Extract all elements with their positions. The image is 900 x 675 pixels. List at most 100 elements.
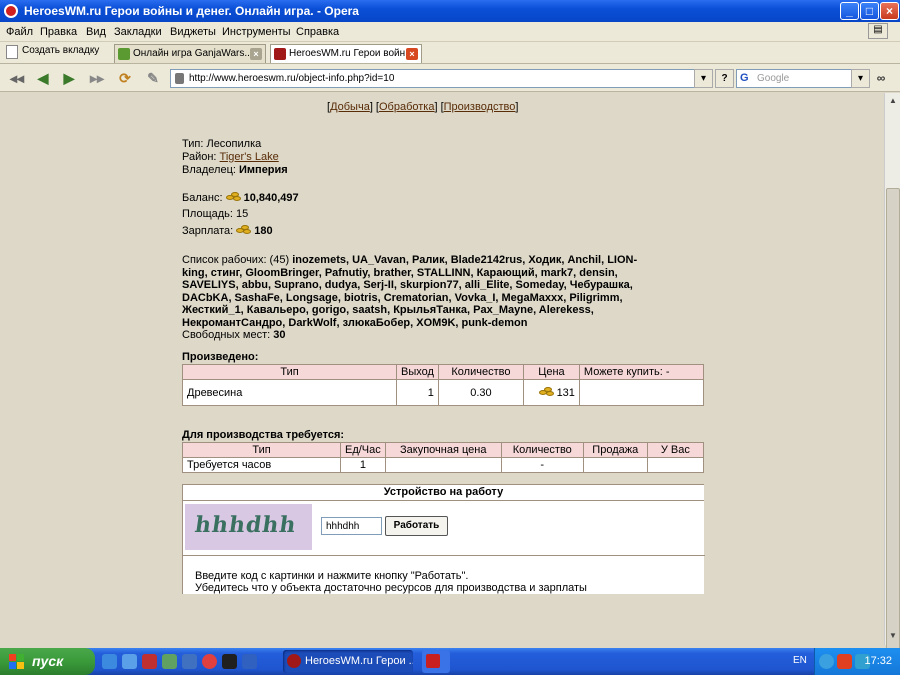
workers-line: Жесткий_1, Кавальеро, gorigo, saatsh, Кр… (182, 304, 702, 317)
binoculars-icon[interactable]: ∞ (872, 69, 890, 87)
captcha-image: hhhdhh (185, 504, 312, 550)
language-indicator[interactable]: EN (793, 655, 807, 666)
owner-label: Владелец: (182, 164, 236, 176)
scroll-up-icon[interactable]: ▲ (886, 94, 900, 108)
cell-qty: - (500, 457, 584, 473)
help-icon[interactable]: ? (715, 69, 734, 88)
divider (183, 555, 705, 556)
app-icon[interactable] (242, 654, 257, 669)
app-icon (426, 654, 440, 668)
start-button[interactable]: пуск (0, 648, 95, 675)
col-header: У Вас (646, 442, 705, 458)
gold-icon (225, 191, 242, 202)
menu-help[interactable]: Справка (296, 26, 339, 38)
fast-forward-icon[interactable]: ▸▸ (88, 69, 106, 87)
network-icon[interactable] (819, 654, 834, 669)
app-icon[interactable] (182, 654, 197, 669)
taskbar-item-app[interactable] (422, 650, 450, 673)
history-back-icon[interactable]: ◂◂ (8, 69, 26, 87)
captcha-code-input[interactable] (321, 517, 382, 535)
owner-value: Империя (239, 164, 288, 176)
app-icon[interactable] (142, 654, 157, 669)
tab-close-icon[interactable]: × (406, 48, 418, 60)
lock-icon (175, 73, 184, 84)
forward-arrow-icon[interactable]: ▶ (60, 69, 78, 87)
workers-line: Список рабочих: (45) inozemets, UA_Vavan… (182, 254, 702, 267)
url-dropdown-icon[interactable]: ▾ (694, 69, 713, 88)
url-field[interactable]: http://www.heroeswm.ru/object-info.php?i… (170, 69, 712, 88)
col-header: Тип (182, 364, 397, 380)
nav-processing[interactable]: Обработка (379, 101, 434, 113)
work-button[interactable]: Работать (385, 516, 448, 536)
app-icon[interactable] (162, 654, 177, 669)
system-tray: 17:32 (814, 648, 900, 675)
back-arrow-icon[interactable]: ◀ (34, 69, 52, 87)
area-label: Площадь: (182, 208, 233, 220)
worker-names: SAVELIYS, abbu, Suprano, dudya, Serj-II,… (182, 279, 633, 291)
clock: 17:32 (864, 655, 892, 667)
workers-line: DACbKA, SashaFe, Longsage, biotris, Crem… (182, 292, 702, 305)
edit-icon[interactable]: ✎ (144, 69, 162, 87)
tab-heroeswm[interactable]: HeroesWM.ru Герои войн... × (270, 44, 422, 63)
task-label: HeroesWM.ru Герои ... (305, 655, 413, 667)
menu-bookmarks[interactable]: Закладки (114, 26, 162, 38)
cell-unit: 1 (340, 457, 386, 473)
scroll-thumb[interactable] (886, 188, 900, 675)
worker-names: DACbKA, SashaFe, Longsage, biotris, Crem… (182, 291, 623, 304)
vertical-scrollbar[interactable]: ▲ ▼ (884, 93, 900, 675)
desktop-icon[interactable] (122, 654, 137, 669)
object-nav: [Добыча] [Обработка] [Производство] (327, 101, 519, 113)
taskbar-item-opera[interactable]: HeroesWM.ru Герои ... (283, 650, 413, 673)
balance-row: Баланс: 10,840,497 (182, 191, 299, 204)
taskbar: пуск HeroesWM.ru Герои ... EN 17:32 (0, 648, 900, 675)
menu-view[interactable]: Вид (86, 26, 106, 38)
balance-label: Баланс: (182, 192, 223, 204)
nav-mining[interactable]: Добыча (330, 101, 370, 113)
district-row: Район: Tiger's Lake (182, 151, 279, 163)
menu-file[interactable]: Файл (6, 26, 33, 38)
owner-row: Владелец: Империя (182, 164, 288, 176)
reload-icon[interactable]: ⟳ (116, 69, 134, 87)
address-toolbar: ◂◂ ◀ ▶ ▸▸ ⟳ ✎ http://www.heroeswm.ru/obj… (0, 64, 900, 92)
required-heading: Для производства требуется: (182, 429, 345, 441)
area-value: 15 (236, 208, 249, 220)
window-title: HeroesWM.ru Герои войны и денег. Онлайн … (24, 4, 359, 18)
col-header: Ед/Час (340, 442, 386, 458)
workers-list: Список рабочих: (45) inozemets, UA_Vavan… (182, 254, 702, 342)
col-header: Можете купить: - (578, 364, 705, 380)
nav-production[interactable]: Производство (444, 101, 516, 113)
tab-ganjawars[interactable]: Онлайн игра GanjaWars... × (114, 44, 266, 63)
maximize-button[interactable]: □ (860, 2, 879, 20)
start-label: пуск (32, 653, 64, 669)
ie-icon[interactable] (102, 654, 117, 669)
opera-icon[interactable] (202, 654, 217, 669)
district-link[interactable]: Tiger's Lake (220, 151, 279, 163)
search-dropdown-icon[interactable]: ▾ (851, 69, 870, 88)
cell-type: Древесина (182, 379, 397, 406)
col-header: Тип (182, 442, 341, 458)
new-tab-button[interactable]: Создать вкладку (4, 45, 99, 59)
workers-line: SAVELIYS, abbu, Suprano, dudya, Serj-II,… (182, 279, 702, 292)
scroll-down-icon[interactable]: ▼ (886, 629, 900, 643)
close-button[interactable]: × (880, 2, 899, 20)
tab-close-icon[interactable]: × (250, 48, 262, 60)
security-icon[interactable] (837, 654, 852, 669)
workers-line: king, стинг, GloomBringer, Pafnutiy, bra… (182, 267, 702, 280)
minimize-button[interactable]: _ (840, 2, 859, 20)
trash-icon[interactable]: ▤ (868, 23, 888, 39)
menu-widgets[interactable]: Виджеты (170, 26, 216, 38)
col-header: Продажа (582, 442, 648, 458)
windows-flag-icon (9, 654, 25, 670)
tab-label: HeroesWM.ru Герои войн... (289, 48, 414, 59)
search-field[interactable]: G Google (736, 69, 866, 88)
produced-heading: Произведено: (182, 351, 259, 363)
menu-tools[interactable]: Инструменты (222, 26, 291, 38)
shield-icon (274, 48, 286, 60)
window-titlebar[interactable]: HeroesWM.ru Герои войны и денег. Онлайн … (0, 0, 900, 22)
app-icon[interactable] (222, 654, 237, 669)
gold-icon (538, 386, 555, 397)
col-header: Цена (522, 364, 580, 380)
cell-type: Требуется часов (182, 457, 341, 473)
menu-edit[interactable]: Правка (40, 26, 77, 38)
produced-table: Тип Выход Количество Цена Можете купить:… (182, 364, 705, 406)
